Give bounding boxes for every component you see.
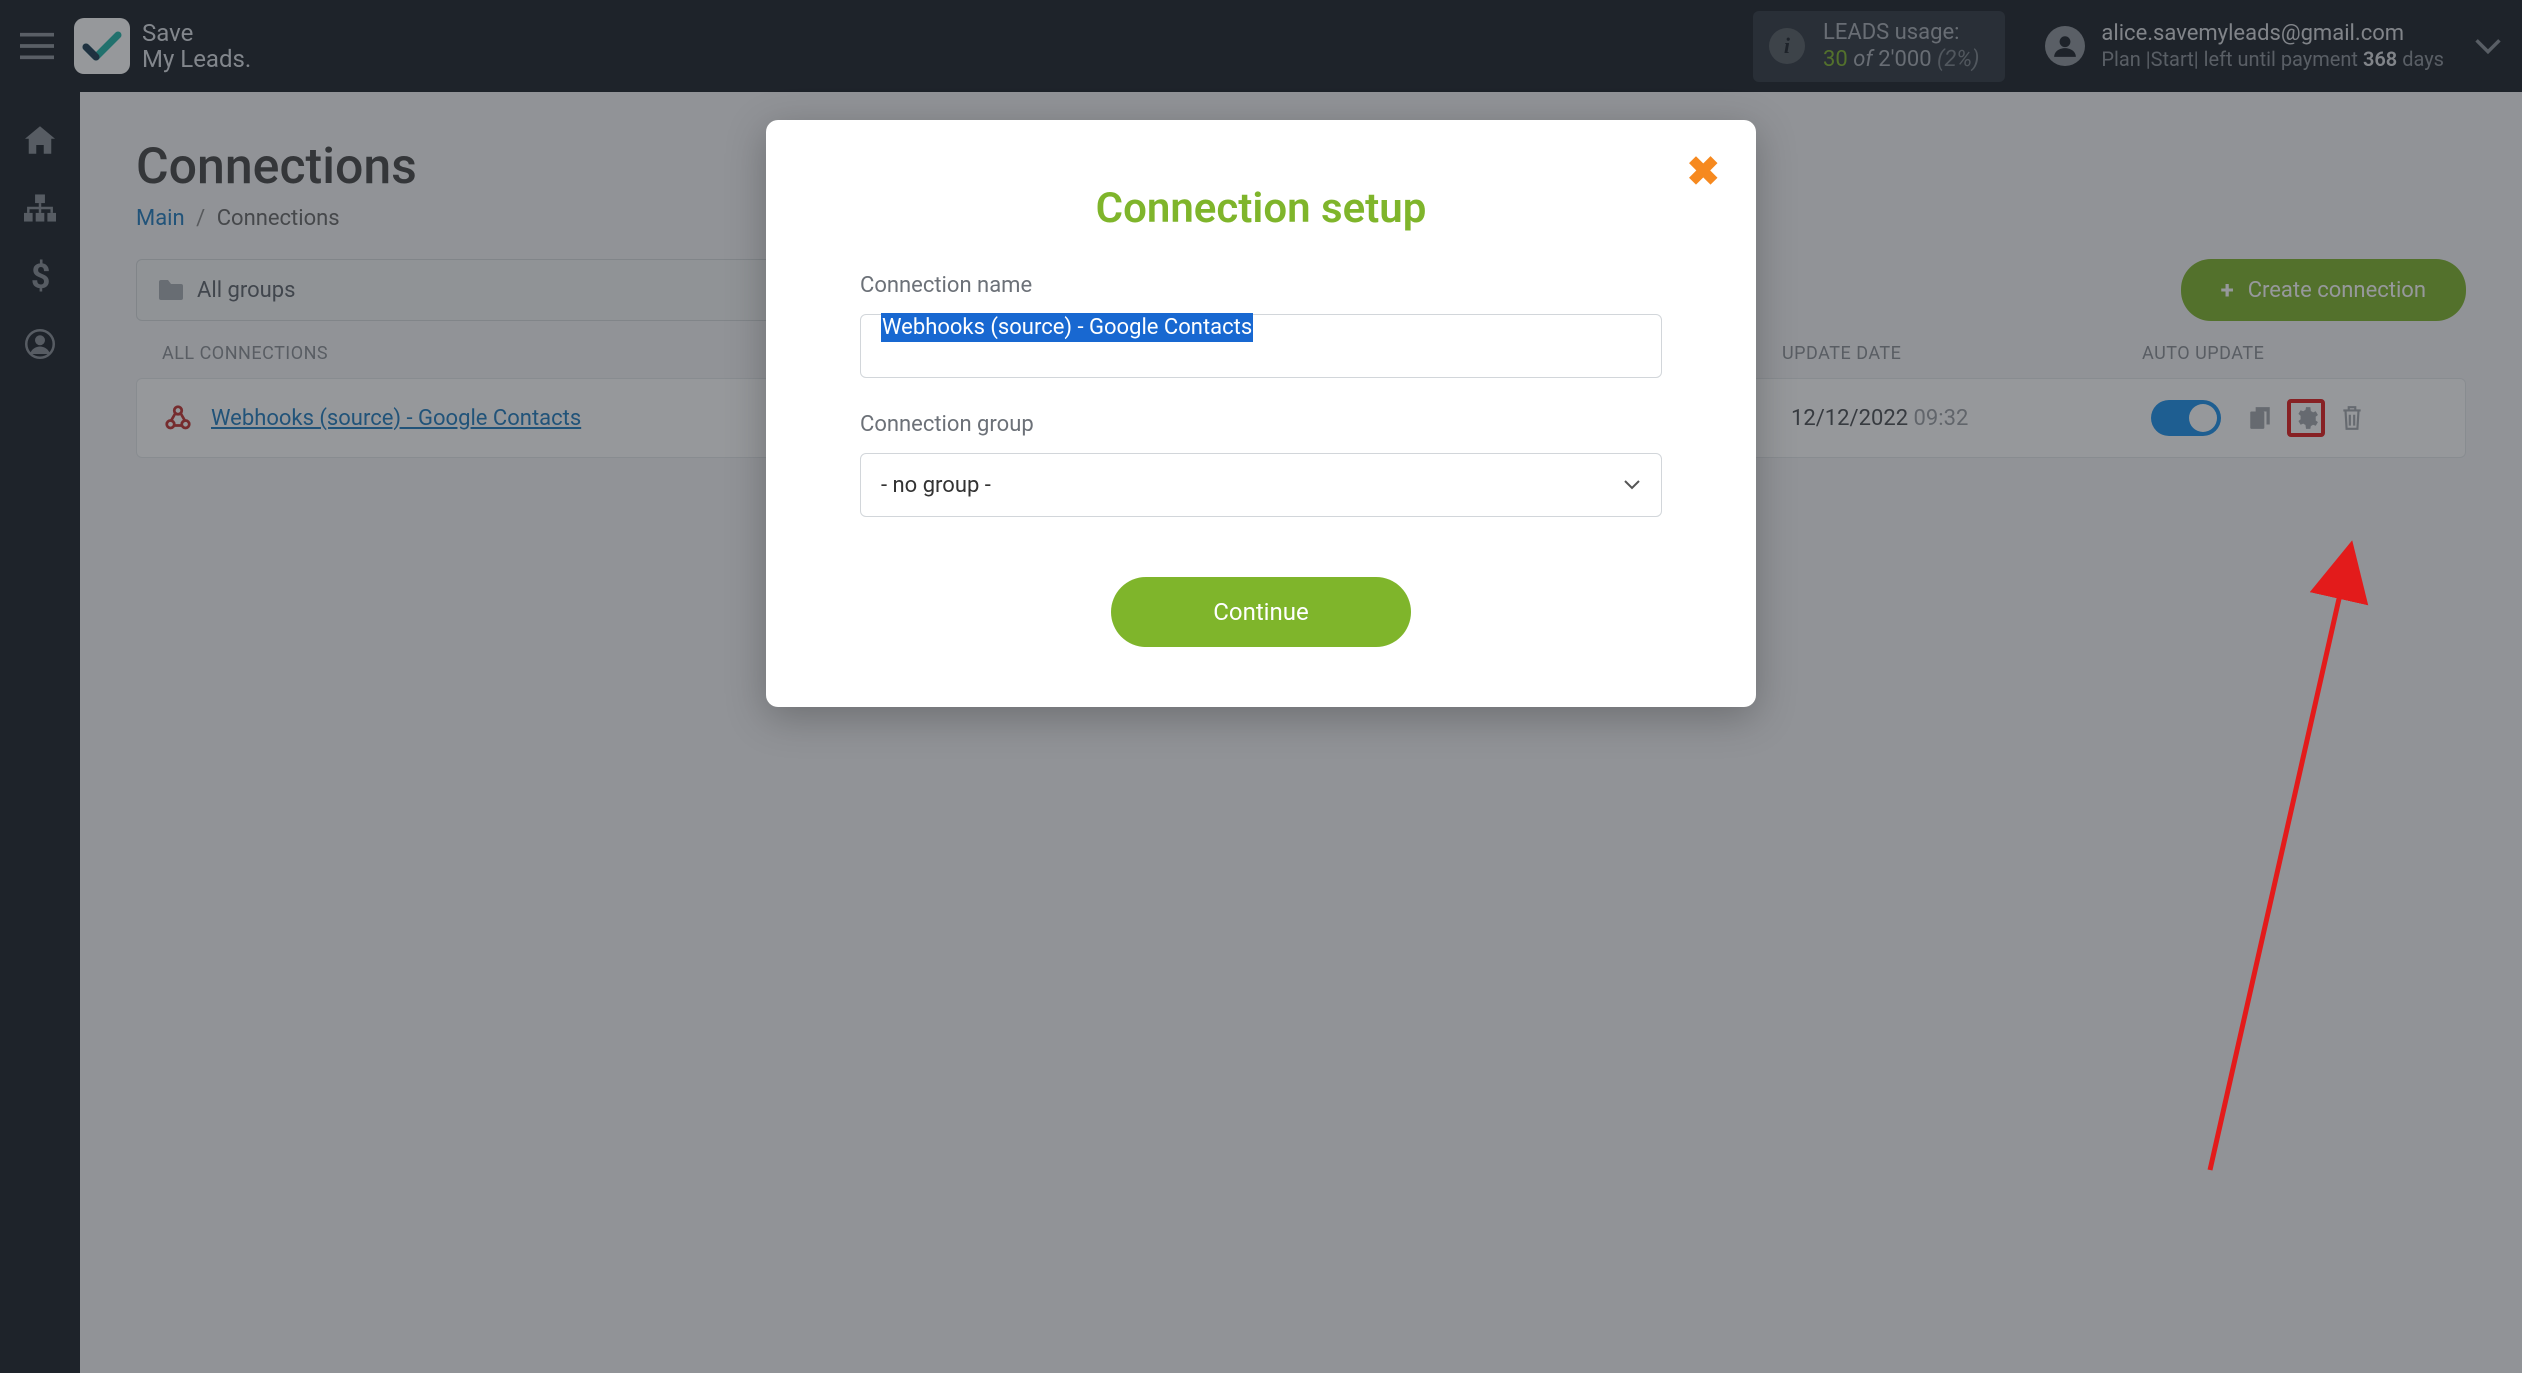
connection-name-label: Connection name xyxy=(860,273,1662,298)
connection-setup-modal: ✖ Connection setup Connection name Webho… xyxy=(766,120,1756,707)
connection-name-input[interactable]: Webhooks (source) - Google Contacts xyxy=(860,314,1662,378)
close-icon[interactable]: ✖ xyxy=(1686,148,1720,195)
continue-button[interactable]: Continue xyxy=(1111,577,1411,647)
modal-title: Connection setup xyxy=(860,184,1662,233)
modal-overlay[interactable]: ✖ Connection setup Connection name Webho… xyxy=(0,0,2522,1373)
chevron-down-icon xyxy=(1623,479,1641,491)
connection-group-label: Connection group xyxy=(860,412,1662,437)
connection-group-select[interactable]: - no group - xyxy=(860,453,1662,517)
